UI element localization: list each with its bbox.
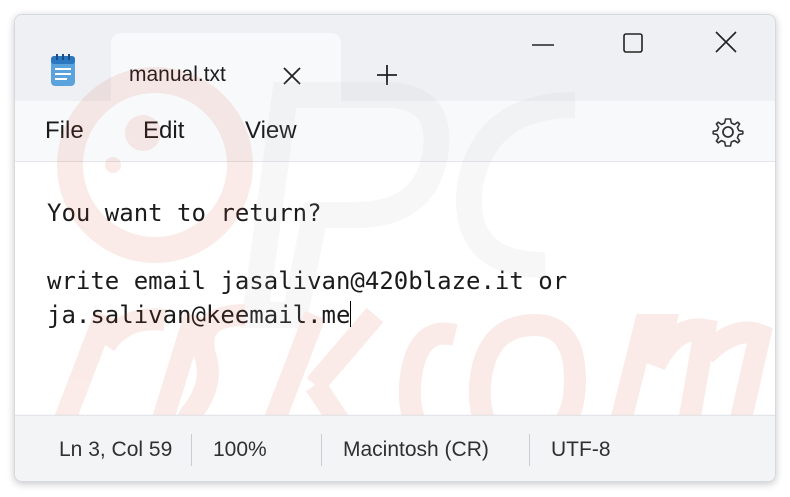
status-line-ending: Macintosh (CR) bbox=[343, 438, 489, 461]
status-bar: Ln 3, Col 59 100% Macintosh (CR) UTF-8 bbox=[15, 415, 775, 481]
maximize-icon[interactable] bbox=[610, 29, 656, 59]
status-zoom: 100% bbox=[213, 438, 267, 461]
gear-icon[interactable] bbox=[711, 115, 745, 149]
text-caret bbox=[350, 301, 352, 327]
status-cursor-position: Ln 3, Col 59 bbox=[59, 438, 173, 461]
tab-manual-txt[interactable]: manual.txt bbox=[111, 33, 341, 101]
editor-content[interactable]: You want to return? write email jasaliva… bbox=[47, 196, 567, 332]
editor-line: ja.salivan@keemail.me bbox=[47, 301, 351, 329]
editor-line: You want to return? bbox=[47, 199, 322, 227]
menu-edit[interactable]: Edit bbox=[143, 117, 184, 145]
status-divider bbox=[529, 434, 530, 466]
plus-icon[interactable] bbox=[375, 63, 399, 87]
title-bar: manual.txt bbox=[15, 15, 775, 101]
menu-bar: File Edit View bbox=[15, 101, 775, 162]
menu-file[interactable]: File bbox=[45, 117, 84, 145]
tab-title: manual.txt bbox=[129, 63, 226, 86]
text-editor[interactable]: You want to return? write email jasaliva… bbox=[15, 162, 775, 414]
status-divider bbox=[191, 434, 192, 466]
minimize-icon[interactable] bbox=[520, 29, 566, 59]
close-icon[interactable] bbox=[703, 29, 749, 59]
notepad-icon bbox=[51, 54, 75, 86]
status-divider bbox=[321, 434, 322, 466]
menu-view[interactable]: View bbox=[245, 117, 297, 145]
editor-line: write email jasalivan@420blaze.it or bbox=[47, 267, 568, 295]
status-encoding: UTF-8 bbox=[551, 438, 611, 461]
notepad-window: manual.txt File Edit View You want to re… bbox=[14, 14, 776, 482]
close-icon[interactable] bbox=[281, 65, 303, 87]
